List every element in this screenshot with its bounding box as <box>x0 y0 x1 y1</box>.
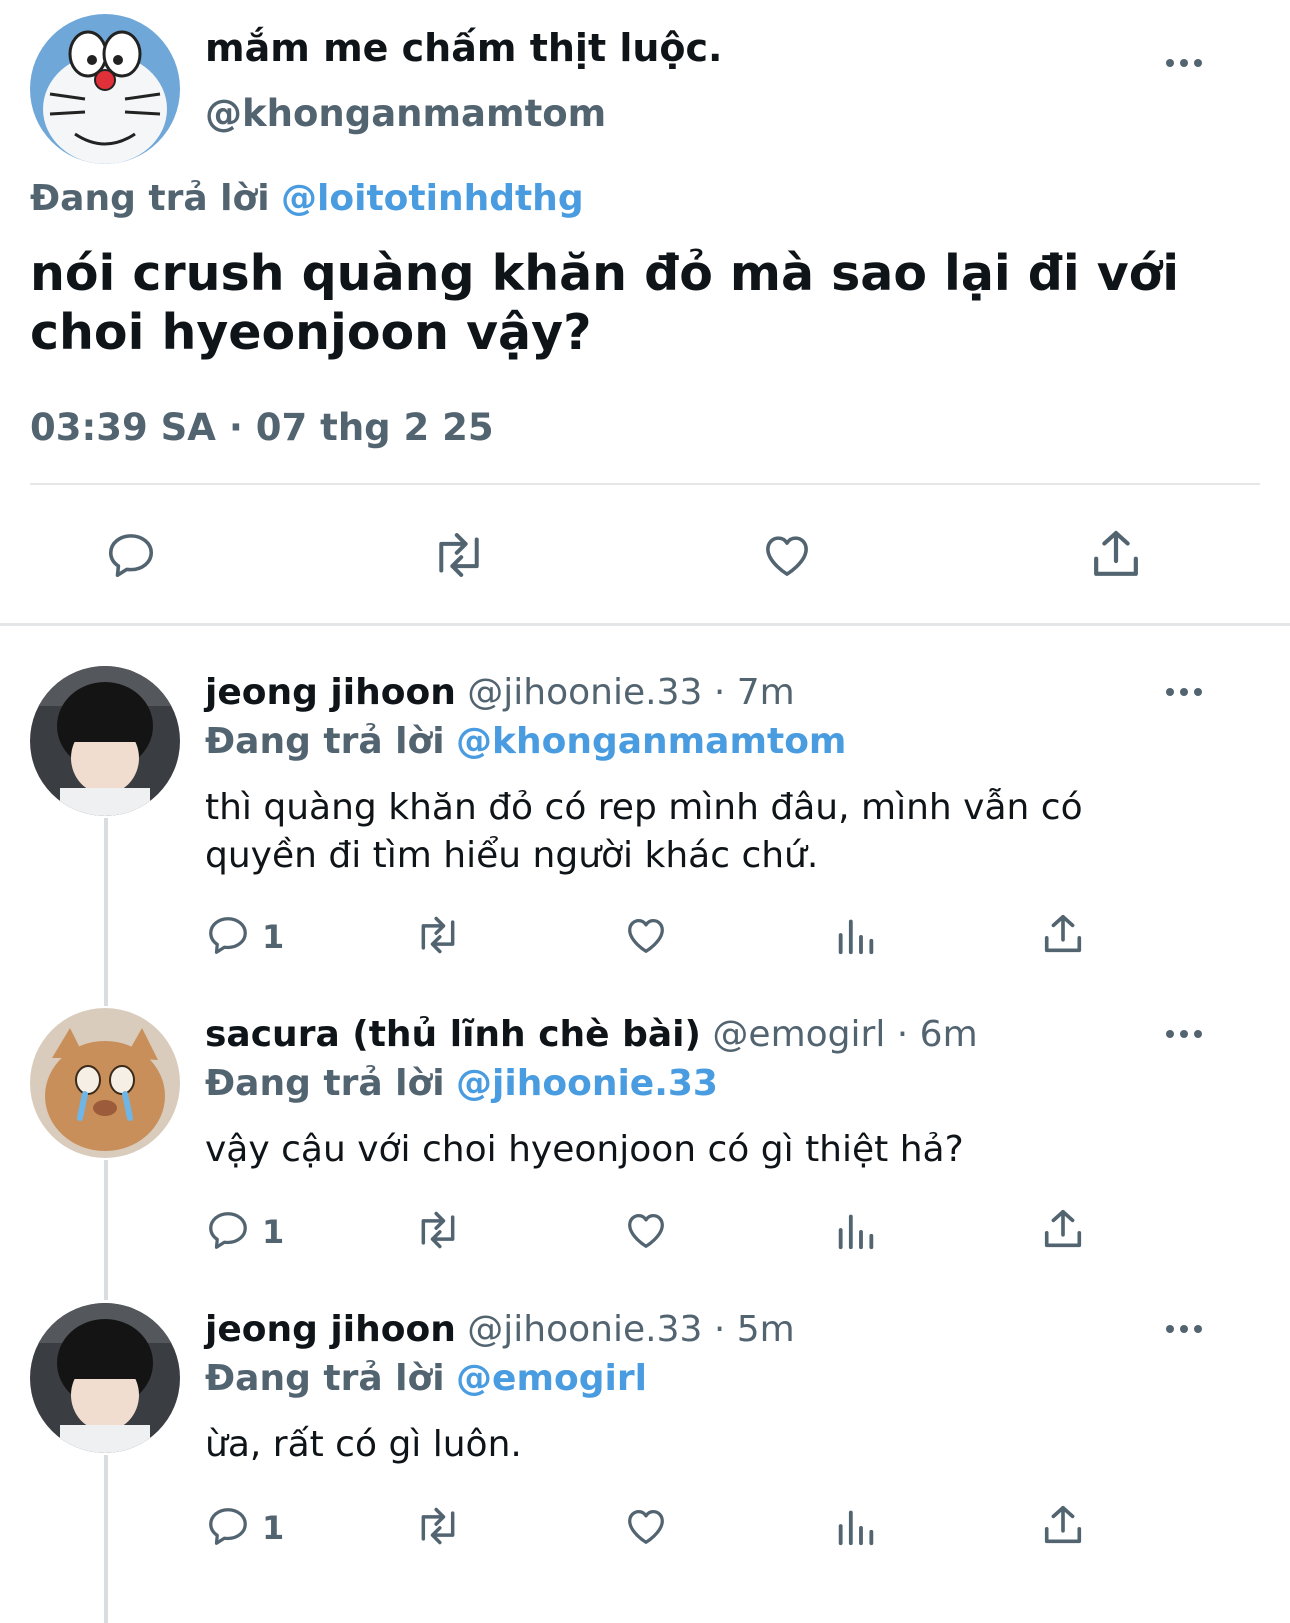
reply-count: 1 <box>262 1509 285 1547</box>
share-icon[interactable] <box>1040 1502 1086 1548</box>
reply-prefix: Đang trả lời <box>205 1358 445 1399</box>
more-icon[interactable] <box>1166 1320 1206 1336</box>
reply-text: thì quàng khăn đỏ có rep mình đâu, mình … <box>205 787 1083 876</box>
divider <box>0 623 1290 626</box>
divider <box>30 483 1260 485</box>
handle[interactable]: @khonganmamtom <box>205 92 606 135</box>
time-ago[interactable]: · 7m <box>714 672 795 713</box>
reply-header: sacura (thủ lĩnh chè bài) @emogirl · 6m <box>205 1014 978 1055</box>
more-icon[interactable] <box>1166 54 1206 70</box>
share-icon[interactable] <box>1088 526 1144 582</box>
more-icon[interactable] <box>1166 1025 1206 1041</box>
thread-line <box>104 1455 108 1623</box>
retweet-icon[interactable] <box>412 1504 464 1548</box>
avatar[interactable] <box>30 1303 180 1453</box>
reply-prefix: Đang trả lời <box>205 721 445 762</box>
share-icon[interactable] <box>1040 1206 1086 1252</box>
avatar[interactable] <box>30 14 180 164</box>
retweet-icon[interactable] <box>412 913 464 957</box>
handle[interactable]: @emogirl <box>712 1014 885 1055</box>
more-icon[interactable] <box>1166 683 1206 699</box>
like-icon[interactable] <box>760 528 814 582</box>
reply-to-link[interactable]: @emogirl <box>456 1358 647 1399</box>
display-name[interactable]: sacura (thủ lĩnh chè bài) <box>205 1014 701 1055</box>
reply-header: jeong jihoon @jihoonie.33 · 5m <box>205 1309 795 1350</box>
views-icon[interactable] <box>833 912 879 958</box>
reply-count: 1 <box>262 918 285 956</box>
display-name[interactable]: jeong jihoon <box>205 1309 456 1350</box>
time-ago[interactable]: · 6m <box>897 1014 978 1055</box>
handle[interactable]: @jihoonie.33 <box>467 1309 702 1350</box>
reply-icon[interactable] <box>104 528 158 582</box>
reply-prefix: Đang trả lời <box>30 178 270 219</box>
reply-context: Đang trả lời @emogirl <box>205 1358 647 1399</box>
retweet-icon[interactable] <box>428 528 490 582</box>
avatar[interactable] <box>30 666 180 816</box>
reply-to-link[interactable]: @loitotinhdthg <box>281 178 584 219</box>
share-icon[interactable] <box>1040 911 1086 957</box>
timestamp: 03:39 SA · 07 thg 2 25 <box>30 406 494 449</box>
reply-context: Đang trả lời @jihoonie.33 <box>205 1063 718 1104</box>
time-ago[interactable]: · 5m <box>714 1309 795 1350</box>
reply-icon[interactable] <box>205 912 251 958</box>
reply-prefix: Đang trả lời <box>205 1063 445 1104</box>
reply-icon[interactable] <box>205 1503 251 1549</box>
views-icon[interactable] <box>833 1207 879 1253</box>
display-name[interactable]: jeong jihoon <box>205 672 456 713</box>
thread-line <box>104 818 108 1006</box>
like-icon[interactable] <box>623 1207 669 1253</box>
thread-line <box>104 1160 108 1300</box>
reply-to-link[interactable]: @khonganmamtom <box>456 721 846 762</box>
reply-context: Đang trả lời @loitotinhdthg <box>30 178 584 219</box>
tweet-text: nói crush quàng khăn đỏ mà sao lại đi vớ… <box>30 245 1180 361</box>
handle[interactable]: @jihoonie.33 <box>467 672 702 713</box>
like-icon[interactable] <box>623 1503 669 1549</box>
like-icon[interactable] <box>623 912 669 958</box>
retweet-icon[interactable] <box>412 1208 464 1252</box>
reply-icon[interactable] <box>205 1207 251 1253</box>
reply-to-link[interactable]: @jihoonie.33 <box>456 1063 718 1104</box>
views-icon[interactable] <box>833 1503 879 1549</box>
reply-text: ừa, rất có gì luôn. <box>205 1424 522 1465</box>
reply-header: jeong jihoon @jihoonie.33 · 7m <box>205 672 795 713</box>
avatar[interactable] <box>30 1008 180 1158</box>
display-name[interactable]: mắm me chấm thịt luộc. <box>205 26 723 70</box>
reply-context: Đang trả lời @khonganmamtom <box>205 721 846 762</box>
reply-count: 1 <box>262 1213 285 1251</box>
reply-text: vậy cậu với choi hyeonjoon có gì thiệt h… <box>205 1129 964 1170</box>
